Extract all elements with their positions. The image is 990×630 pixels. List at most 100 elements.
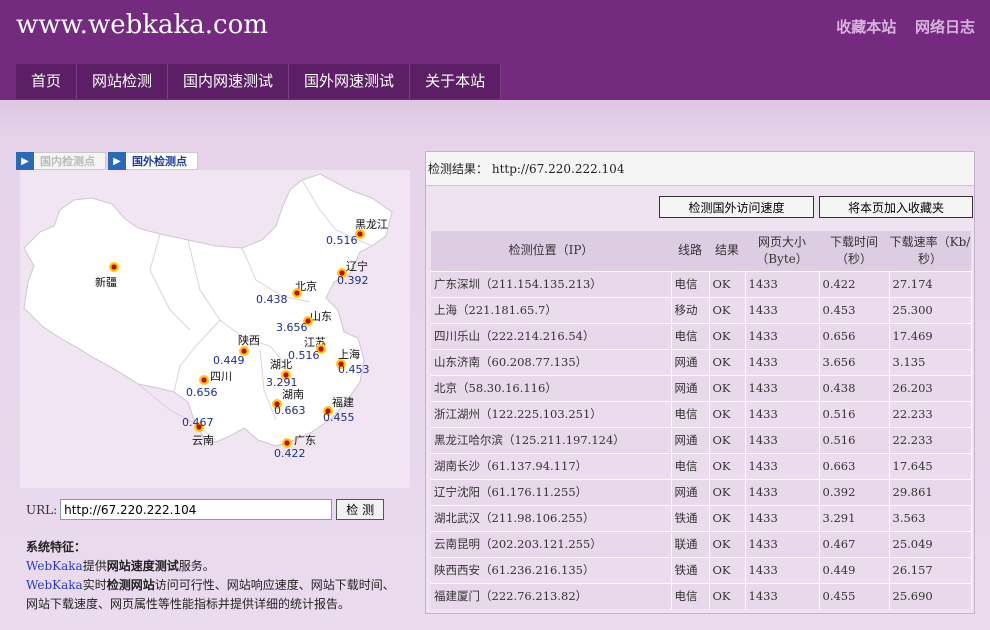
cell-result: OK xyxy=(709,270,746,297)
tab-domestic-points[interactable]: ▶ 国内检测点 xyxy=(16,152,106,170)
features-line-2: WebKaka实时检测网站访问可行性、网站响应速度、网站下载时间、网站下载速度、… xyxy=(26,576,406,614)
col-line: 线路 xyxy=(671,231,709,271)
features-bold: 检测网站 xyxy=(106,578,155,592)
cell-size: 1433 xyxy=(745,322,820,349)
blog-link[interactable]: 网络日志 xyxy=(915,18,975,36)
nav-domestic-speed[interactable]: 国内网速测试 xyxy=(168,64,290,99)
cell-size: 1433 xyxy=(745,374,820,401)
url-label: URL: xyxy=(26,502,58,517)
tab-foreign-points[interactable]: ▶ 国外检测点 xyxy=(108,152,198,170)
brand-link[interactable]: WebKaka xyxy=(26,559,83,573)
map-value-jiangsu: 0.516 xyxy=(288,349,320,362)
cell-time: 0.656 xyxy=(819,322,890,349)
map-label-xinjiang: 新疆 xyxy=(95,276,117,289)
cell-size: 1433 xyxy=(745,426,820,453)
cell-result: OK xyxy=(709,400,746,427)
cell-result: OK xyxy=(709,374,746,401)
features-bold: 网站速度测试 xyxy=(106,559,179,573)
cell-time: 0.516 xyxy=(819,426,890,453)
col-result: 结果 xyxy=(709,231,745,271)
cell-result: OK xyxy=(709,322,746,349)
url-input[interactable] xyxy=(60,499,333,520)
cell-location: 上海（221.181.65.7） xyxy=(431,296,672,323)
table-row: 北京（58.30.16.116） 网通 OK 1433 0.438 26.203 xyxy=(431,374,972,401)
map-label-guangdong: 广东 xyxy=(294,434,316,447)
cell-result: OK xyxy=(709,426,746,453)
result-panel: 检测结果： http://67.220.222.104 检测国外访问速度 将本页… xyxy=(425,151,975,614)
cell-line: 移动 xyxy=(671,296,710,323)
cell-rate: 29.861 xyxy=(889,478,972,505)
cell-rate: 26.157 xyxy=(889,556,972,583)
cell-size: 1433 xyxy=(745,556,820,583)
map-point-sichuan[interactable] xyxy=(199,375,209,385)
map-point-xinjiang[interactable] xyxy=(109,262,119,272)
map-point-beijing[interactable] xyxy=(292,288,302,298)
cell-result: OK xyxy=(709,348,746,375)
result-header: 检测结果： http://67.220.222.104 xyxy=(426,152,974,186)
cell-rate: 27.174 xyxy=(889,270,972,297)
nav-home[interactable]: 首页 xyxy=(16,64,78,99)
cell-location: 辽宁沈阳（61.176.11.255） xyxy=(431,478,672,505)
nav-about[interactable]: 关于本站 xyxy=(410,64,502,99)
china-outline xyxy=(23,173,393,447)
main-nav: 首页 网站检测 国内网速测试 国外网速测试 关于本站 xyxy=(16,64,502,99)
cell-time: 0.422 xyxy=(819,270,890,297)
bookmark-site-link[interactable]: 收藏本站 xyxy=(836,18,896,36)
site-header: www.webkaka.com 收藏本站 网络日志 首页 网站检测 国内网速测试… xyxy=(0,0,990,100)
map-value-liaoning: 0.392 xyxy=(337,274,369,287)
cell-line: 联通 xyxy=(671,530,710,557)
features-text: 实时 xyxy=(82,578,107,592)
cell-line: 电信 xyxy=(671,400,710,427)
cell-line: 网通 xyxy=(671,348,710,375)
cell-line: 电信 xyxy=(671,452,710,479)
map-value-guangdong: 0.422 xyxy=(274,447,306,460)
cell-line: 电信 xyxy=(671,322,710,349)
brand-link[interactable]: WebKaka xyxy=(26,578,83,592)
cell-rate: 17.645 xyxy=(889,452,972,479)
nav-site-check[interactable]: 网站检测 xyxy=(77,64,169,99)
map-tabs: ▶ 国内检测点 ▶ 国外检测点 xyxy=(16,152,198,170)
site-logo[interactable]: www.webkaka.com xyxy=(16,10,268,40)
cell-size: 1433 xyxy=(745,348,820,375)
map-value-shanghai: 0.453 xyxy=(338,363,370,376)
map-value-fujian: 0.455 xyxy=(323,411,355,424)
table-row: 福建厦门（222.76.213.82） 电信 OK 1433 0.455 25.690 xyxy=(431,582,972,609)
map-value-heilongjiang: 0.516 xyxy=(326,234,358,247)
map-label-yunnan: 云南 xyxy=(192,434,214,447)
features-title: 系统特征： xyxy=(26,540,87,554)
cell-time: 3.291 xyxy=(819,504,890,531)
cell-result: OK xyxy=(709,582,746,609)
nav-foreign-speed[interactable]: 国外网速测试 xyxy=(289,64,411,99)
table-row: 上海（221.181.65.7） 移动 OK 1433 0.453 25.300 xyxy=(431,296,972,323)
cell-line: 网通 xyxy=(671,374,710,401)
features-line-1: WebKaka提供网站速度测试服务。 xyxy=(26,557,406,576)
play-icon: ▶ xyxy=(16,152,34,170)
table-row: 云南昆明（202.203.121.255） 联通 OK 1433 0.467 25.049 xyxy=(431,530,972,557)
map-label-fujian: 福建 xyxy=(332,396,354,409)
cell-line: 网通 xyxy=(671,478,710,505)
cell-result: OK xyxy=(709,478,746,505)
cell-location: 山东济南（60.208.77.135） xyxy=(431,348,672,375)
check-button[interactable]: 检 测 xyxy=(336,499,385,520)
result-url: http://67.220.222.104 xyxy=(491,162,625,176)
map-value-sichuan: 0.656 xyxy=(186,386,218,399)
cell-result: OK xyxy=(709,296,746,323)
cell-line: 铁通 xyxy=(671,556,710,583)
add-bookmark-button[interactable]: 将本页加入收藏夹 xyxy=(819,196,973,218)
cell-location: 云南昆明（202.203.121.255） xyxy=(431,530,672,557)
cell-time: 0.453 xyxy=(819,296,890,323)
check-foreign-button[interactable]: 检测国外访问速度 xyxy=(659,196,814,218)
col-size: 网页大小（Byte） xyxy=(745,231,819,271)
cell-rate: 25.690 xyxy=(889,582,972,609)
features-text: 服务。 xyxy=(178,559,215,573)
table-row: 湖南长沙（61.137.94.117） 电信 OK 1433 0.663 17.645 xyxy=(431,452,972,479)
cell-rate: 26.203 xyxy=(889,374,972,401)
features-text: 提供 xyxy=(82,559,107,573)
tab-domestic-label: 国内检测点 xyxy=(40,155,95,168)
cell-size: 1433 xyxy=(745,270,820,297)
cell-result: OK xyxy=(709,452,746,479)
map-label-shandong: 山东 xyxy=(310,310,332,323)
cell-line: 电信 xyxy=(671,270,710,297)
map-value-beijing: 0.438 xyxy=(256,293,288,306)
cell-rate: 22.233 xyxy=(889,400,972,427)
